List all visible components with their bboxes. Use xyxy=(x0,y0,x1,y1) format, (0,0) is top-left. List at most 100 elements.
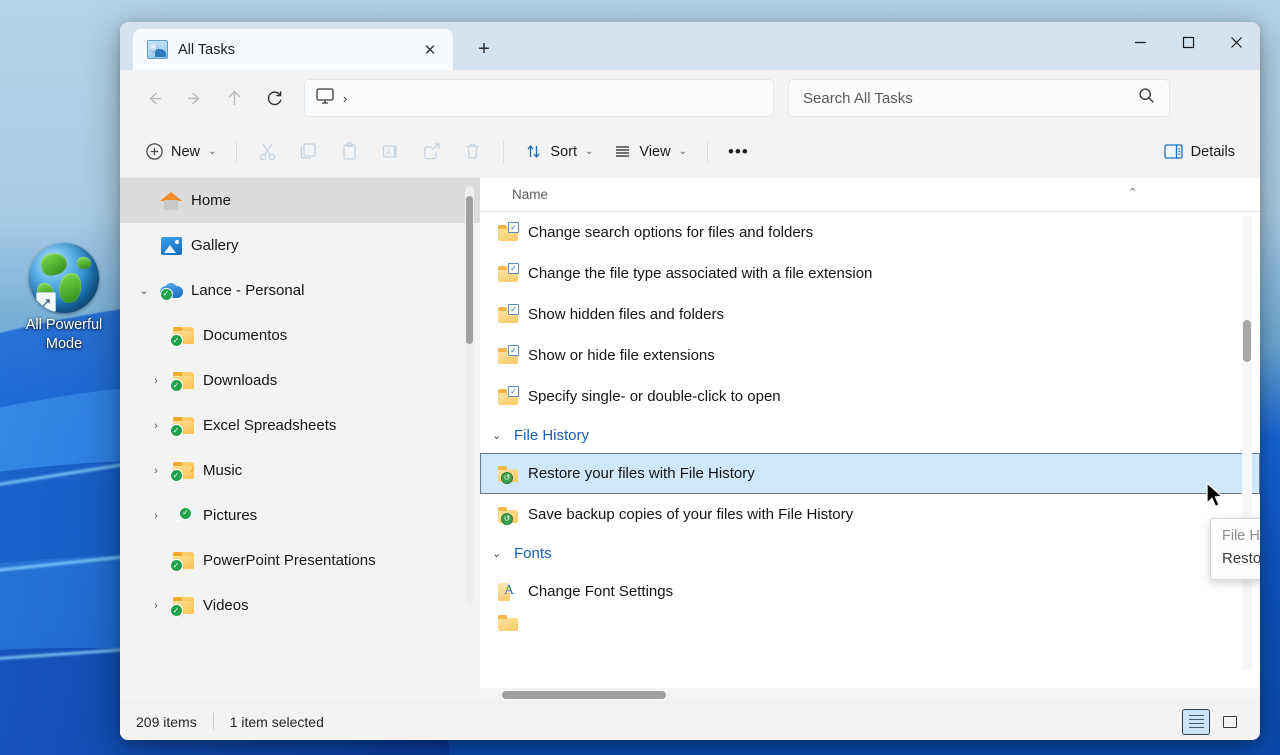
folder-synced-icon: ✓ xyxy=(168,552,198,572)
address-bar[interactable]: › xyxy=(304,79,774,117)
breadcrumb-separator-icon[interactable]: › xyxy=(343,91,347,106)
details-pane-button[interactable]: Details xyxy=(1154,134,1244,170)
large-icons-view-toggle[interactable] xyxy=(1216,709,1244,735)
sidebar-item-home[interactable]: Home xyxy=(120,178,480,223)
divider xyxy=(236,140,238,163)
list-item[interactable]: ✓ Show hidden files and folders xyxy=(480,294,1260,335)
list-item[interactable]: ↺ Save backup copies of your files with … xyxy=(480,494,1260,535)
globe-shortcut-icon: ↗ xyxy=(29,243,99,313)
close-button[interactable] xyxy=(1212,22,1260,62)
list-item-partial[interactable] xyxy=(480,612,1260,632)
task-folder-icon: ✓ xyxy=(498,386,519,405)
search-placeholder: Search All Tasks xyxy=(803,89,913,107)
group-header-file-history[interactable]: ⌄ File History xyxy=(480,417,1260,453)
sidebar-item-label: PowerPoint Presentations xyxy=(203,552,376,569)
expand-chevron-icon[interactable]: › xyxy=(144,600,168,612)
expand-chevron-icon[interactable]: ⌄ xyxy=(132,284,156,297)
maximize-button[interactable] xyxy=(1164,22,1212,62)
up-button[interactable] xyxy=(216,80,252,116)
file-list-horizontal-scrollbar[interactable] xyxy=(480,688,1260,702)
paste-button[interactable] xyxy=(330,134,369,170)
list-item-label: Specify single- or double-click to open xyxy=(528,388,781,405)
tooltip-text: Restore your files with File History xyxy=(1222,549,1260,567)
task-folder-icon: ✓ xyxy=(498,304,519,323)
collapse-chevron-icon[interactable]: ⌄ xyxy=(492,547,506,560)
divider xyxy=(503,140,505,163)
desktop-shortcut-label: All Powerful Mode xyxy=(25,317,103,353)
task-folder-icon: ✓ xyxy=(498,345,519,364)
task-folder-icon xyxy=(498,614,518,631)
sidebar-item-pictures[interactable]: › ✓ Pictures xyxy=(120,493,480,538)
list-item[interactable]: ✓ Show or hide file extensions xyxy=(480,335,1260,376)
copy-button[interactable] xyxy=(289,134,328,170)
cut-button[interactable] xyxy=(248,134,287,170)
large-icons-view-icon xyxy=(1223,715,1237,728)
collapse-chevron-icon[interactable]: ⌄ xyxy=(492,429,506,442)
sidebar-item-powerpoint-presentations[interactable]: ✓ PowerPoint Presentations xyxy=(120,538,480,583)
group-header-fonts[interactable]: ⌄ Fonts xyxy=(480,535,1260,571)
window-controls xyxy=(1116,22,1260,62)
expand-chevron-icon[interactable]: › xyxy=(144,510,168,522)
group-header-label: File History xyxy=(514,426,590,444)
selection-count: 1 item selected xyxy=(229,713,324,730)
sidebar-item-music[interactable]: › ✓ ♪ Music xyxy=(120,448,480,493)
chevron-down-icon: ⌄ xyxy=(585,146,594,157)
new-tab-button[interactable]: + xyxy=(467,32,501,66)
view-button[interactable]: View ⌄ xyxy=(604,134,696,170)
sidebar-item-label: Lance - Personal xyxy=(191,282,305,299)
onedrive-icon: ✓ xyxy=(156,282,186,301)
expand-chevron-icon[interactable]: › xyxy=(144,375,168,387)
ellipsis-icon: ••• xyxy=(727,142,749,161)
forward-button[interactable] xyxy=(176,80,212,116)
navigation-pane: Home Gallery ⌄ ✓ Lance - Personal ✓ Docu… xyxy=(120,178,480,702)
sidebar-item-gallery[interactable]: Gallery xyxy=(120,223,480,268)
list-item-selected[interactable]: ↺ Restore your files with File History xyxy=(480,453,1260,494)
sidebar-item-label: Home xyxy=(191,192,232,209)
details-label: Details xyxy=(1190,143,1235,160)
file-list-vertical-scrollbar[interactable] xyxy=(1242,216,1252,670)
file-history-icon: ↺ xyxy=(498,465,518,484)
column-header-row: Name ⌃ xyxy=(480,178,1260,212)
expand-chevron-icon[interactable]: › xyxy=(144,465,168,477)
sidebar-item-excel-spreadsheets[interactable]: › ✓ Excel Spreadsheets xyxy=(120,403,480,448)
folder-synced-icon: ✓ xyxy=(168,327,198,347)
new-button[interactable]: New ⌄ xyxy=(136,134,225,170)
details-view-toggle[interactable] xyxy=(1182,708,1210,735)
tab-all-tasks[interactable]: All Tasks ✕ xyxy=(133,29,453,70)
divider xyxy=(212,713,214,730)
sidebar-item-downloads[interactable]: › ✓ Downloads xyxy=(120,358,480,403)
sort-button[interactable]: Sort ⌄ xyxy=(515,134,602,170)
more-options-button[interactable]: ••• xyxy=(719,134,758,170)
search-icon[interactable] xyxy=(1138,87,1155,109)
list-item[interactable]: A Change Font Settings xyxy=(480,571,1260,612)
sidebar-item-lance-personal[interactable]: ⌄ ✓ Lance - Personal xyxy=(120,268,480,313)
list-item[interactable]: ✓ Specify single- or double-click to ope… xyxy=(480,376,1260,417)
sidebar-item-label: Music xyxy=(203,462,243,479)
minimize-button[interactable] xyxy=(1116,22,1164,62)
refresh-button[interactable] xyxy=(256,80,292,116)
tab-close-icon[interactable]: ✕ xyxy=(417,37,443,63)
rename-button[interactable]: A xyxy=(371,134,410,170)
sidebar-scrollbar-thumb[interactable] xyxy=(466,196,473,344)
sort-ascending-icon: ⌃ xyxy=(1128,187,1138,199)
tooltip-category: File History xyxy=(1222,528,1260,544)
group-header-label: Fonts xyxy=(514,544,552,562)
column-header-name[interactable]: Name xyxy=(512,187,548,202)
desktop-shortcut-all-powerful-mode[interactable]: ↗ All Powerful Mode xyxy=(8,243,120,354)
delete-button[interactable] xyxy=(453,134,492,170)
list-item[interactable]: ✓ Change search options for files and fo… xyxy=(480,212,1260,253)
expand-chevron-icon[interactable]: › xyxy=(144,420,168,432)
back-button[interactable] xyxy=(136,80,172,116)
list-item[interactable]: ✓ Change the file type associated with a… xyxy=(480,253,1260,294)
tooltip: File History Restore your files with Fil… xyxy=(1210,518,1260,581)
file-list-horizontal-thumb[interactable] xyxy=(502,691,666,699)
sidebar-item-videos[interactable]: › ✓ Videos xyxy=(120,583,480,628)
file-list-pane: Name ⌃ ✓ Change search options for files… xyxy=(480,178,1260,702)
search-input[interactable]: Search All Tasks xyxy=(788,79,1170,117)
sidebar-item-documentos[interactable]: ✓ Documentos xyxy=(120,313,480,358)
file-list-scrollbar-thumb[interactable] xyxy=(1243,320,1251,362)
sidebar-scrollbar[interactable] xyxy=(465,186,474,606)
share-button[interactable] xyxy=(412,134,451,170)
chevron-down-icon: ⌄ xyxy=(678,146,687,157)
window-body: Home Gallery ⌄ ✓ Lance - Personal ✓ Docu… xyxy=(120,178,1260,702)
